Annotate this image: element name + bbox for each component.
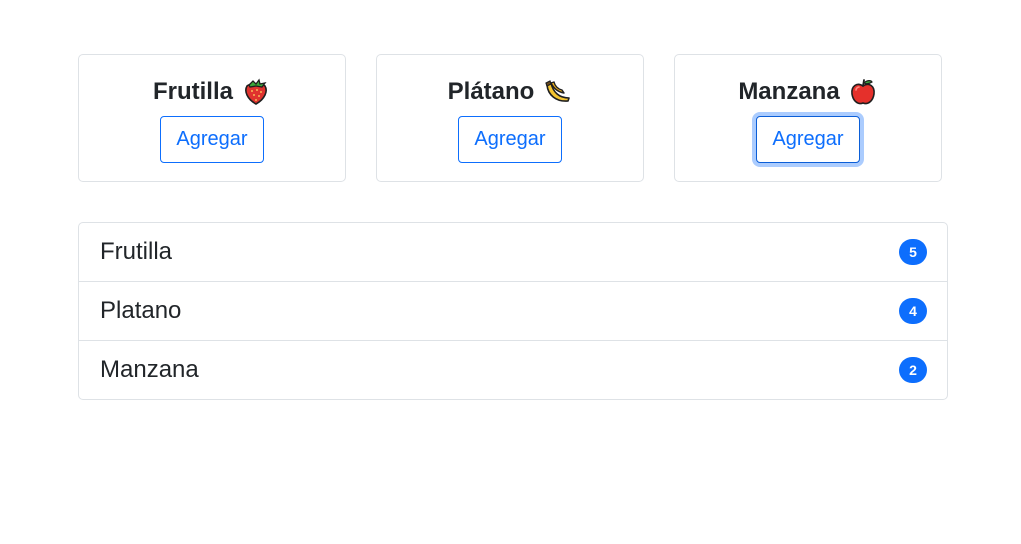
list-item-label: Manzana (100, 356, 199, 383)
list-item: Frutilla 5 (79, 223, 947, 281)
count-badge: 5 (899, 239, 927, 265)
list-item: Platano 4 (79, 281, 947, 340)
fruit-card-title-text: Plátano (447, 78, 535, 105)
agregar-frutilla-button[interactable]: Agregar (160, 116, 264, 163)
list-item-label: Frutilla (100, 238, 173, 265)
fruit-card-title: Plátano (448, 76, 573, 108)
fruit-card-frutilla: Frutilla Agregar (78, 54, 346, 182)
fruit-card-title: Frutilla (153, 76, 271, 108)
fruit-card-manzana: Manzana Agregar (674, 54, 942, 182)
strawberry-icon (245, 78, 267, 105)
count-badge: 4 (899, 298, 927, 324)
fruit-card-title-text: Manzana (738, 78, 840, 105)
fruit-cards: Frutilla Agregar Plátano Agregar Manzana… (78, 54, 948, 182)
list-item: Manzana 2 (79, 340, 947, 399)
fruit-count-list: Frutilla 5 Platano 4 Manzana 2 (78, 222, 948, 400)
list-item-label: Platano (100, 297, 182, 324)
fruit-card-title: Manzana (738, 76, 877, 108)
app-container: Frutilla Agregar Plátano Agregar Manzana… (78, 54, 948, 400)
banana-icon (545, 80, 571, 102)
fruit-card-platano: Plátano Agregar (376, 54, 644, 182)
agregar-manzana-button[interactable]: Agregar (756, 116, 860, 163)
fruit-card-title-text: Frutilla (152, 78, 233, 105)
agregar-platano-button[interactable]: Agregar (458, 116, 562, 163)
red-apple-icon (850, 79, 875, 105)
count-badge: 2 (899, 357, 927, 383)
